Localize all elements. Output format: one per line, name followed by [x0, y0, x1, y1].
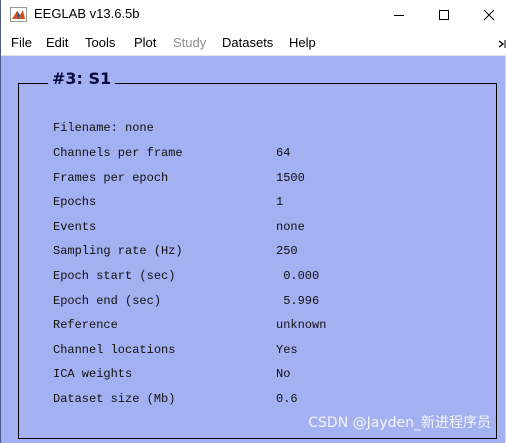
- menu-file[interactable]: File: [11, 35, 32, 50]
- info-label-epoch-end: Epoch end (sec): [53, 294, 162, 308]
- matlab-icon: [10, 7, 27, 22]
- menu-plot[interactable]: Plot: [134, 35, 156, 50]
- dataset-info-panel: [18, 83, 497, 439]
- minimize-icon: [394, 15, 404, 16]
- maximize-icon: [439, 10, 449, 20]
- info-value-reference: unknown: [276, 318, 327, 332]
- info-value-epochs: 1: [276, 195, 284, 209]
- title-bar[interactable]: EEGLAB v13.6.5b: [1, 0, 506, 30]
- close-button[interactable]: [466, 0, 506, 30]
- minimize-button[interactable]: [376, 0, 422, 30]
- menu-tools[interactable]: Tools: [85, 35, 115, 50]
- info-label-frames: Frames per epoch: [53, 171, 169, 185]
- window-title: EEGLAB v13.6.5b: [34, 6, 140, 21]
- info-value-frames: 1500: [276, 171, 305, 185]
- info-label-ica-weights: ICA weights: [53, 367, 133, 381]
- close-icon: [483, 9, 495, 21]
- menu-edit[interactable]: Edit: [46, 35, 68, 50]
- info-label-channels: Channels per frame: [53, 146, 183, 160]
- info-label-events: Events: [53, 220, 97, 234]
- info-label-epoch-start: Epoch start (sec): [53, 269, 176, 283]
- info-value-sampling-rate: 250: [276, 244, 298, 258]
- info-value-events: none: [276, 220, 305, 234]
- menu-study[interactable]: Study: [173, 35, 206, 50]
- maximize-button[interactable]: [421, 0, 467, 30]
- menu-datasets[interactable]: Datasets: [222, 35, 273, 50]
- info-label-channel-locations: Channel locations: [53, 343, 176, 357]
- filename-line: Filename: none: [53, 121, 154, 135]
- info-value-dataset-size: 0.6: [276, 392, 298, 406]
- info-label-sampling-rate: Sampling rate (Hz): [53, 244, 183, 258]
- info-value-epoch-end: 5.996: [276, 294, 320, 308]
- toolbar-overflow-icon[interactable]: [497, 38, 506, 50]
- csdn-watermark: CSDN @Jayden_新进程序员: [308, 415, 491, 431]
- info-label-reference: Reference: [53, 318, 118, 332]
- info-value-ica-weights: No: [276, 367, 291, 381]
- dataset-title: #3: S1: [48, 69, 116, 88]
- info-label-dataset-size: Dataset size (Mb): [53, 392, 176, 406]
- info-value-channels: 64: [276, 146, 291, 160]
- info-value-epoch-start: 0.000: [276, 269, 320, 283]
- eeglab-main-window: EEGLAB v13.6.5b File Edit Tools Plot Stu…: [0, 0, 506, 443]
- info-value-channel-locations: Yes: [276, 343, 298, 357]
- menu-help[interactable]: Help: [289, 35, 316, 50]
- info-label-epochs: Epochs: [53, 195, 97, 209]
- menu-bar: File Edit Tools Plot Study Datasets Help: [1, 30, 506, 56]
